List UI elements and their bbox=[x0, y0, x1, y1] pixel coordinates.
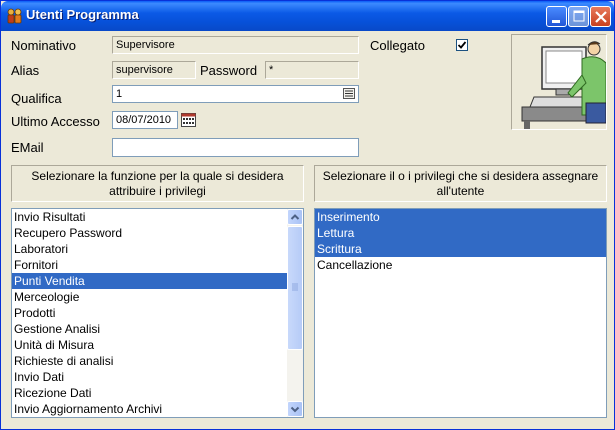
functions-scrollbar[interactable] bbox=[287, 209, 303, 417]
close-button[interactable] bbox=[590, 6, 611, 27]
chevron-down-icon bbox=[290, 406, 300, 413]
privileges-listbox[interactable]: Inserimento Lettura Scrittura Cancellazione bbox=[314, 208, 607, 418]
function-item[interactable]: Punti Vendita bbox=[12, 273, 287, 289]
computer-user-icon bbox=[512, 35, 606, 129]
function-item[interactable]: Invio Risultati bbox=[12, 209, 287, 225]
function-item[interactable]: Recupero Password bbox=[12, 225, 287, 241]
nominativo-label: Nominativo bbox=[11, 38, 77, 53]
alias-label: Alias bbox=[11, 63, 40, 78]
window: Utenti Programma Nominativo Supervisore … bbox=[0, 0, 615, 430]
privileges-header: Selezionare il o i privilegi che si desi… bbox=[314, 165, 607, 202]
function-item[interactable]: Ricezione Dati bbox=[12, 385, 287, 401]
function-item[interactable]: Richieste di analisi bbox=[12, 353, 287, 369]
privilege-item[interactable]: Cancellazione bbox=[315, 257, 606, 273]
close-icon bbox=[595, 11, 607, 23]
window-title: Utenti Programma bbox=[26, 7, 139, 22]
email-field[interactable] bbox=[112, 138, 359, 157]
function-item[interactable]: Prodotti bbox=[12, 305, 287, 321]
minimize-icon bbox=[552, 20, 560, 23]
user-picture bbox=[511, 34, 607, 130]
function-item[interactable]: Merceologie bbox=[12, 289, 287, 305]
password-label: Password bbox=[200, 63, 258, 78]
password-field[interactable]: * bbox=[265, 61, 359, 79]
maximize-icon bbox=[573, 10, 585, 22]
scroll-thumb[interactable] bbox=[287, 226, 303, 350]
qualifica-label: Qualifica bbox=[11, 91, 62, 106]
function-item[interactable]: Unità di Misura bbox=[12, 337, 287, 353]
function-item[interactable]: Laboratori bbox=[12, 241, 287, 257]
minimize-button[interactable] bbox=[546, 6, 567, 27]
functions-listbox[interactable]: Invio Risultati Recupero Password Laborato… bbox=[11, 208, 304, 418]
function-item[interactable]: Invio Aggiornamento Archivi bbox=[12, 401, 287, 417]
user-group-icon bbox=[7, 8, 22, 24]
functions-header: Selezionare la funzione per la quale si … bbox=[11, 165, 304, 202]
privilege-item[interactable]: Lettura bbox=[315, 225, 606, 241]
ultimo-accesso-field[interactable]: 08/07/2010 bbox=[112, 111, 178, 129]
function-item[interactable]: Invio Dati bbox=[12, 369, 287, 385]
maximize-button[interactable] bbox=[568, 6, 589, 27]
ultimo-accesso-label: Ultimo Accesso bbox=[11, 114, 100, 129]
privilege-item[interactable]: Scrittura bbox=[315, 241, 606, 257]
chevron-up-icon bbox=[290, 214, 300, 220]
alias-field[interactable]: supervisore bbox=[112, 61, 196, 79]
function-item[interactable]: Gestione Analisi bbox=[12, 321, 287, 337]
calendar-icon[interactable] bbox=[181, 113, 196, 127]
qualifica-field[interactable]: 1 bbox=[112, 85, 359, 103]
nominativo-field[interactable]: Supervisore bbox=[112, 36, 359, 54]
scroll-down-button[interactable] bbox=[287, 401, 303, 417]
function-item[interactable]: Fornitori bbox=[12, 257, 287, 273]
scroll-up-button[interactable] bbox=[287, 209, 303, 225]
email-label: EMail bbox=[11, 140, 44, 155]
title-bar[interactable]: Utenti Programma bbox=[1, 1, 614, 31]
privilege-item[interactable]: Inserimento bbox=[315, 209, 606, 225]
list-icon[interactable] bbox=[343, 88, 355, 99]
grip-icon bbox=[292, 283, 298, 291]
collegato-checkbox[interactable] bbox=[456, 39, 468, 51]
collegato-label: Collegato bbox=[370, 38, 425, 53]
